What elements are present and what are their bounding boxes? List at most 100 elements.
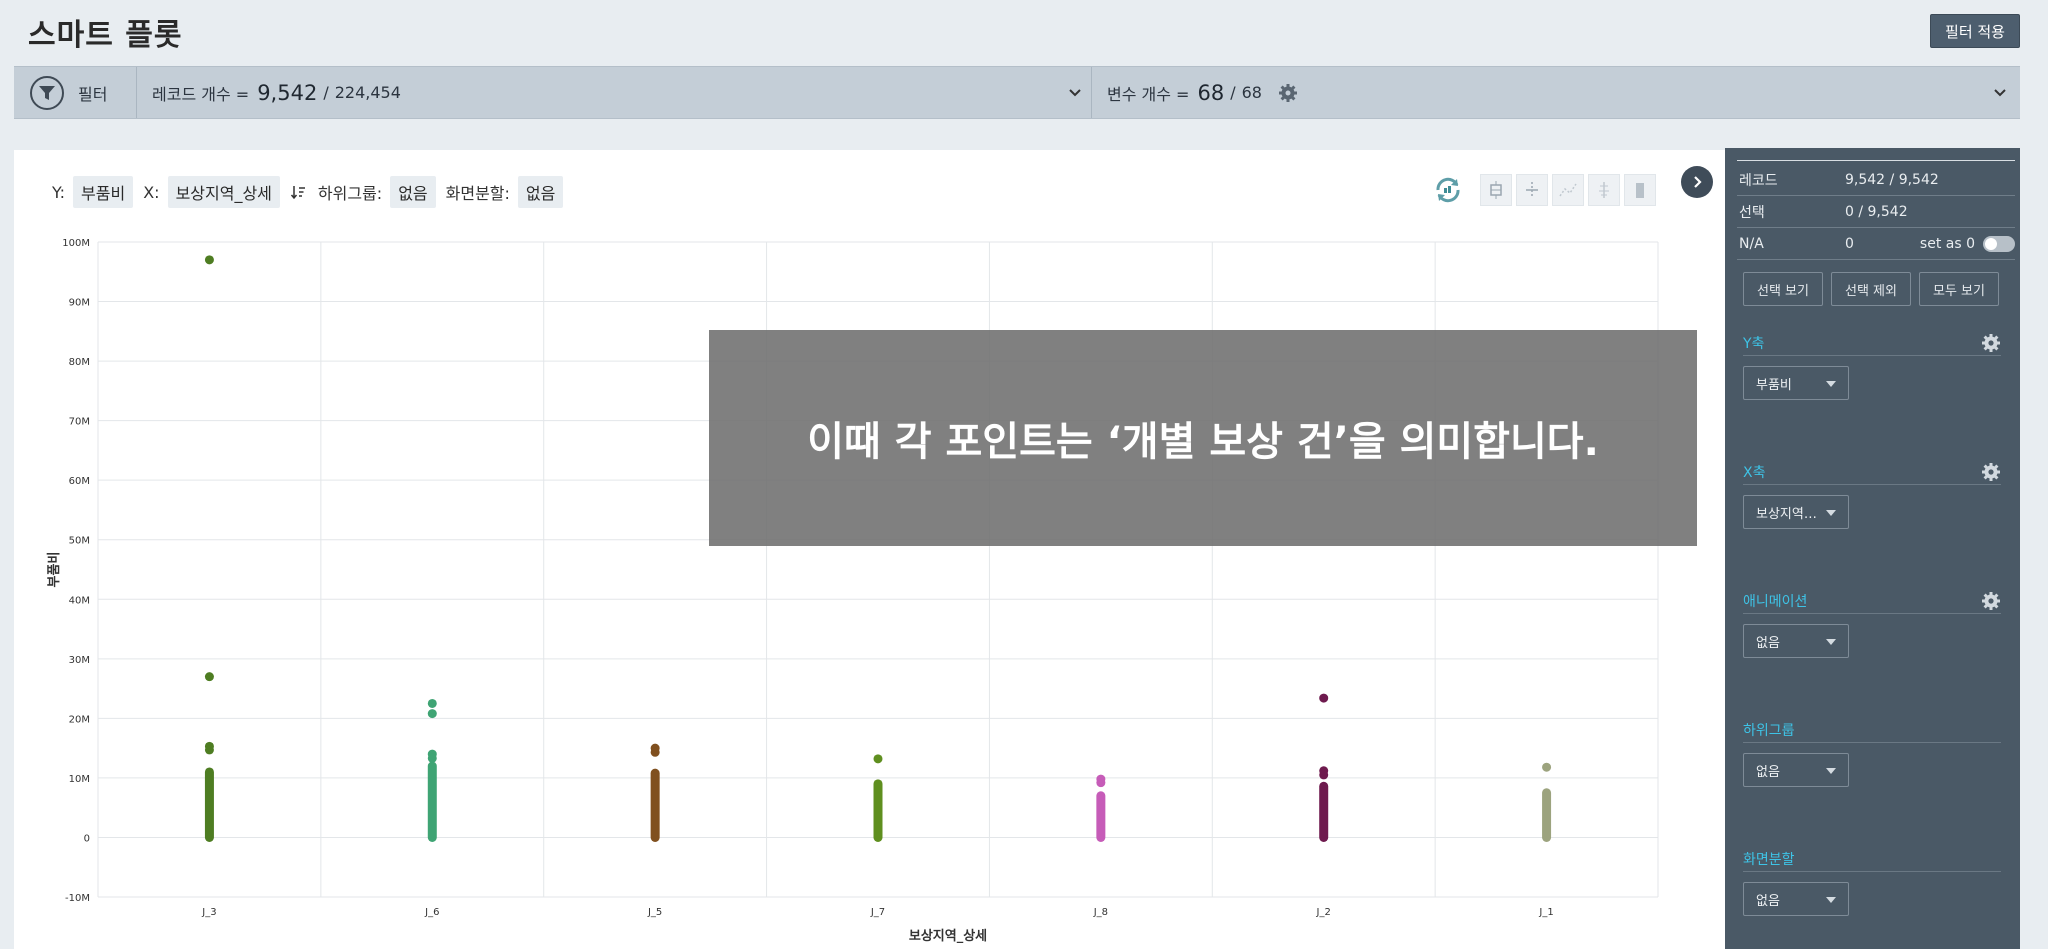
vars-value: 68: [1197, 80, 1225, 105]
data-point-J_1: [1542, 762, 1552, 772]
section-title: 하위그룹: [1743, 722, 1795, 739]
selection-buttons: 선택 보기 선택 제외 모두 보기: [1743, 272, 2007, 306]
stat-row-selected: 선택 0 / 9,542: [1737, 196, 2015, 228]
stat-key: 레코드: [1739, 172, 1778, 189]
data-point-J_7: [873, 754, 883, 764]
y-tick-label: 10M: [69, 774, 90, 785]
data-point-J_2: [1319, 693, 1329, 703]
x-tick-label: J_8: [1093, 907, 1108, 918]
records-label: 레코드 개수 =: [152, 84, 250, 104]
variables-dropdown[interactable]: 변수 개수 = 68 / 68: [1093, 67, 2020, 118]
sidebar-dropdown[interactable]: 없음: [1743, 624, 1849, 658]
chevron-down-icon[interactable]: [1991, 84, 2009, 102]
stat-row-na: N/A 0 set as 0: [1737, 228, 2015, 260]
stat-key: N/A: [1739, 235, 1764, 252]
sidebar-dropdown[interactable]: 없음: [1743, 753, 1849, 787]
y-axis-title: 부품비: [47, 552, 62, 588]
stat-value: 0: [1845, 235, 1854, 252]
dropdown-value: 없음: [1756, 635, 1780, 651]
section-title: 애니메이션: [1743, 593, 1808, 610]
gear-icon[interactable]: [1981, 462, 2001, 482]
data-point-J_2: [1319, 770, 1329, 780]
y-tick-label: 0: [84, 833, 90, 844]
dropdown-value: 부품비: [1756, 377, 1792, 393]
set-as-zero-label: set as 0: [1919, 235, 1975, 252]
y-tick-label: 80M: [69, 357, 90, 368]
x-tick-label: J_3: [201, 907, 216, 918]
data-point-J_3: [204, 745, 214, 755]
section-title: X축: [1743, 464, 1766, 481]
x-tick-label: J_2: [1316, 907, 1331, 918]
stat-row-records: 레코드 9,542 / 9,542: [1737, 164, 2015, 196]
chevron-down-icon[interactable]: [1066, 84, 1084, 102]
data-point-J_3: [204, 672, 214, 682]
dropdown-value: 없음: [1756, 764, 1780, 780]
data-point-J_6: [427, 753, 437, 763]
caret-down-icon: [1826, 510, 1836, 516]
x-tick-label: J_6: [424, 907, 439, 918]
apply-filter-button[interactable]: 필터 적용: [1930, 14, 2020, 48]
records-dropdown[interactable]: 레코드 개수 = 9,542 / 224,454: [138, 67, 1092, 118]
set-as-zero-toggle[interactable]: [1983, 235, 2015, 252]
y-tick-label: 40M: [69, 595, 90, 606]
stat-value: 9,542 / 9,542: [1845, 171, 1939, 188]
x-axis-title: 보상지역_상세: [909, 928, 987, 944]
right-sidebar: 레코드 9,542 / 9,542 선택 0 / 9,542 N/A 0 set…: [1725, 148, 2020, 949]
y-tick-label: 20M: [69, 714, 90, 725]
y-tick-label: 60M: [69, 476, 90, 487]
x-tick-label: J_1: [1538, 907, 1553, 918]
funnel-icon: [30, 75, 64, 110]
sidebar-section-header: 화면분할: [1743, 846, 2001, 872]
page-title: 스마트 플롯: [28, 18, 183, 53]
show-all-button[interactable]: 모두 보기: [1919, 272, 1999, 306]
data-point-J_5: [650, 747, 660, 757]
gear-icon[interactable]: [1278, 83, 1298, 103]
sidebar-section-header: X축: [1743, 459, 2001, 485]
caption-text: 이때 각 포인트는 ‘개별 보상 건’을 의미합니다.: [807, 419, 1599, 465]
caret-down-icon: [1826, 381, 1836, 387]
filter-toggle[interactable]: 필터: [14, 67, 137, 118]
data-point-J_3: [204, 255, 214, 265]
stat-key: 선택: [1739, 204, 1765, 221]
section-title: Y축: [1743, 335, 1765, 352]
x-tick-label: J_5: [647, 907, 662, 918]
data-point-J_6: [427, 698, 437, 708]
sidebar-section-header: 하위그룹: [1743, 717, 2001, 743]
y-tick-label: 50M: [69, 536, 90, 547]
y-tick-label: 100M: [62, 238, 90, 249]
exclude-selected-button[interactable]: 선택 제외: [1831, 272, 1911, 306]
show-selected-button[interactable]: 선택 보기: [1743, 272, 1823, 306]
x-tick-label: J_7: [870, 907, 885, 918]
y-tick-label: 70M: [69, 417, 90, 428]
vars-total: 68: [1241, 83, 1262, 102]
scatter-chart: -10M 0 10M 20M 30M 40M 50M 60M 70M 80M 90M 100M J_3 J…: [47, 238, 1659, 944]
caret-down-icon: [1826, 897, 1836, 903]
filter-bar: 필터 레코드 개수 = 9,542 / 224,454 변수 개수 = 68 /…: [14, 66, 2020, 119]
records-total: 224,454: [334, 83, 401, 102]
records-value: 9,542: [257, 80, 318, 105]
dropdown-value: 없음: [1756, 893, 1780, 909]
gear-icon[interactable]: [1981, 591, 2001, 611]
data-point-J_8: [1096, 778, 1106, 788]
records-separator: /: [323, 83, 329, 102]
sidebar-dropdown[interactable]: 보상지역…: [1743, 495, 1849, 529]
y-tick-label: 30M: [69, 655, 90, 666]
vars-separator: /: [1230, 83, 1236, 102]
stat-value: 0 / 9,542: [1845, 203, 1908, 220]
y-tick-label: 90M: [69, 298, 90, 309]
sidebar-section-header: Y축: [1743, 330, 2001, 356]
caret-down-icon: [1826, 768, 1836, 774]
sidebar-dropdown[interactable]: 부품비: [1743, 366, 1849, 400]
caption-overlay: 이때 각 포인트는 ‘개별 보상 건’을 의미합니다.: [709, 330, 1697, 546]
data-point-J_6: [427, 709, 437, 719]
sidebar-section-header: 애니메이션: [1743, 588, 2001, 614]
sidebar-top-divider: [1737, 160, 2015, 161]
section-title: 화면분할: [1743, 851, 1795, 868]
y-tick-label: -10M: [65, 893, 90, 904]
filter-label: 필터: [78, 84, 108, 104]
sidebar-dropdown[interactable]: 없음: [1743, 882, 1849, 916]
gear-icon[interactable]: [1981, 333, 2001, 353]
plot-panel: Y: 부품비 X: 보상지역_상세 하위그룹: 없음 화면분할: 없음 -10M…: [14, 150, 1726, 949]
vars-label: 변수 개수 =: [1107, 84, 1190, 104]
dropdown-value: 보상지역…: [1756, 506, 1817, 522]
